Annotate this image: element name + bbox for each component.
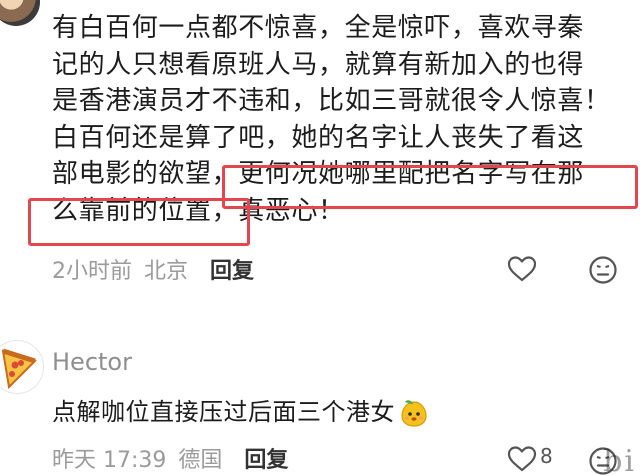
comment-line: 记的人只想看原班人马，就算有新加入的也得 <box>52 49 585 80</box>
reply-button[interactable]: 回复 <box>244 442 288 474</box>
timestamp: 2小时前 <box>52 259 132 284</box>
comment-line: 么靠前的位置，真恶心！ <box>52 195 345 226</box>
location: 北京 <box>144 259 189 284</box>
heart-icon[interactable] <box>507 256 537 282</box>
user-avatar[interactable] <box>0 0 40 26</box>
pizza-avatar[interactable] <box>0 340 44 394</box>
reply-button[interactable]: 回复 <box>210 253 254 285</box>
comment-meta: 昨天 17:39 德国 回复 <box>52 442 288 474</box>
username[interactable]: Hector <box>52 348 132 376</box>
comment-meta: 2小时前 北京 回复 <box>52 253 254 285</box>
comment-text: 点解咖位直接压过后面三个港女 <box>52 398 395 426</box>
mango-emoji <box>401 400 427 427</box>
comment-body: 点解咖位直接压过后面三个港女 <box>52 392 429 428</box>
comment-body: 有白百何一点都不惊喜，全是惊吓，喜欢寻秦 记的人只想看原班人马，就算有新加入的也… <box>52 10 632 229</box>
frown-emoji-icon[interactable] <box>588 255 618 285</box>
timestamp: 昨天 17:39 <box>52 448 167 473</box>
heart-icon[interactable] <box>507 446 537 472</box>
watermark: bi <box>603 444 636 475</box>
comment-line: 是香港演员才不违和，比如三哥就很令人惊喜！ <box>52 86 611 116</box>
like-count: 8 <box>540 444 553 468</box>
comment-line: 有白百何一点都不惊喜，全是惊吓，喜欢寻秦 <box>52 13 585 43</box>
comment-line: 白百何还是算了吧，她的名字让人丧失了看这 <box>52 122 585 153</box>
comment-thread: 有白百何一点都不惊喜，全是惊吓，喜欢寻秦 记的人只想看原班人马，就算有新加入的也… <box>0 0 640 475</box>
comment-line: 部电影的欲望，更何况她哪里配把名字写在那 <box>52 159 585 189</box>
location: 德国 <box>178 448 223 473</box>
